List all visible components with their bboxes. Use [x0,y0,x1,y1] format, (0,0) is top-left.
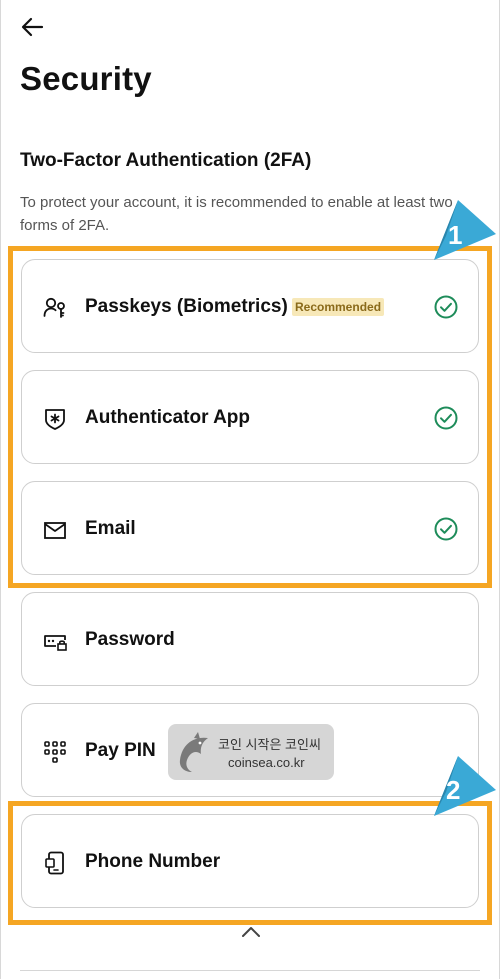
page-title: Security [20,60,152,97]
chevron-up-icon[interactable] [240,925,262,939]
section-description: To protect your account, it is recommend… [20,194,453,234]
highlight-box-phone-number [8,801,492,925]
keypad-icon [44,741,66,763]
method-label: Pay PIN [85,740,156,761]
watermark-line-1: 코인 시작은 코인씨 [218,737,321,752]
password-lock-icon [44,635,67,651]
annotation-marker-1 [434,200,496,260]
arrow-left-icon[interactable] [20,14,46,40]
watermark-line-2: coinsea.co.kr [228,755,305,770]
watermark: 코인 시작은 코인씨 coinsea.co.kr [168,724,334,780]
method-label: Password [85,629,175,650]
dolphin-logo-icon [179,732,208,772]
bottom-divider [20,970,480,971]
section-title: Two-Factor Authentication (2FA) [20,150,312,171]
annotation-marker-2 [434,756,496,816]
highlight-box-enabled-methods [8,246,492,588]
method-card-password[interactable]: Password [21,592,479,686]
annotation-number-1: 1 [448,220,463,250]
annotation-number-2: 2 [446,775,461,805]
